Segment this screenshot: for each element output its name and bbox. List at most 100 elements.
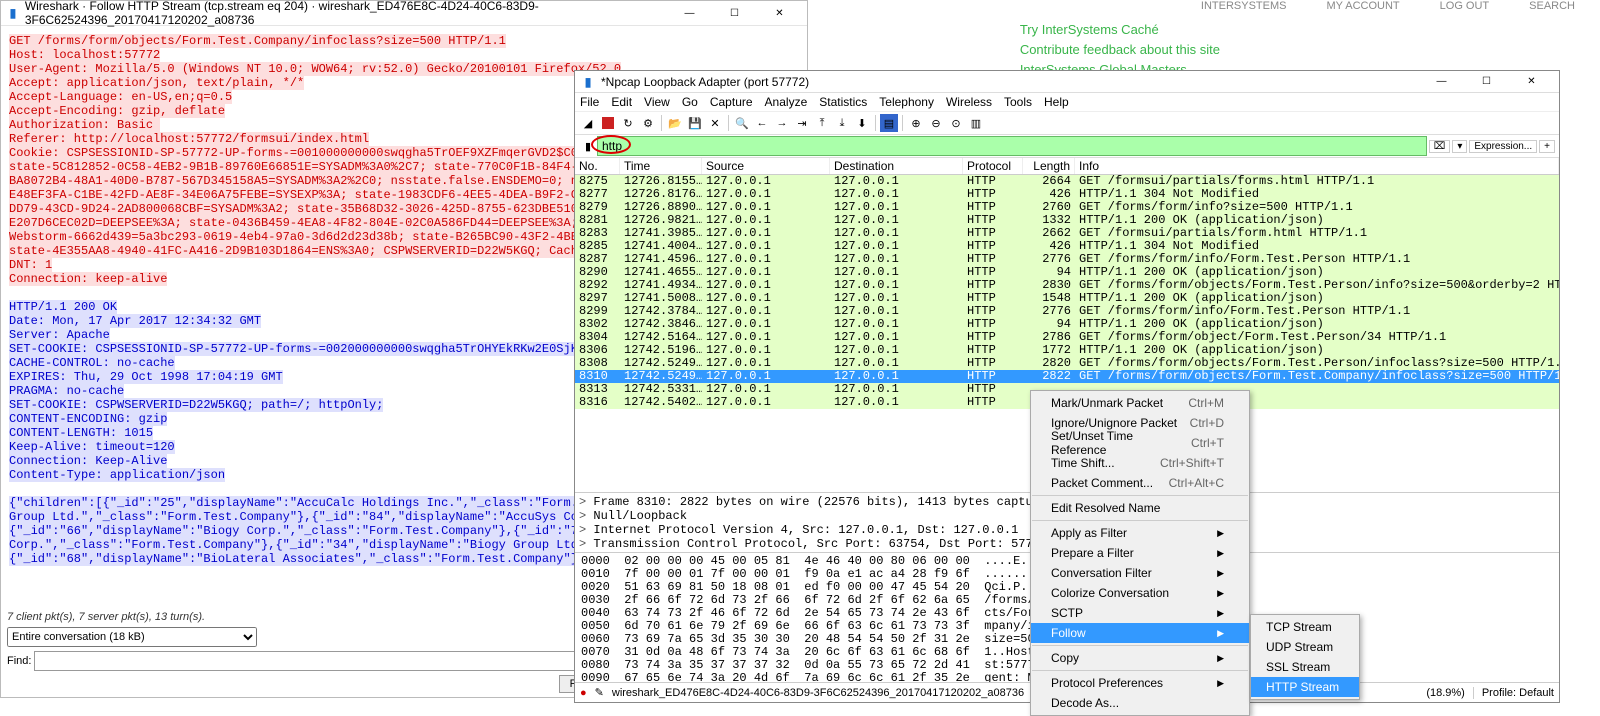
ctx-item[interactable]: Set/Unset Time ReferenceCtrl+T xyxy=(1031,433,1249,453)
packet-row[interactable]: 827512726.8155…127.0.0.1127.0.0.1HTTP266… xyxy=(575,175,1559,188)
find-icon[interactable]: 🔍 xyxy=(733,114,751,132)
maximize-button[interactable]: ☐ xyxy=(712,2,757,25)
col-time[interactable]: Time xyxy=(620,158,702,174)
restart-capture-icon[interactable]: ↻ xyxy=(619,114,637,132)
ctx-item[interactable]: Edit Resolved Name xyxy=(1031,498,1249,518)
menu-go[interactable]: Go xyxy=(682,95,698,109)
zoom-reset-icon[interactable]: ⊙ xyxy=(947,114,965,132)
menu-view[interactable]: View xyxy=(644,95,670,109)
maximize-button[interactable]: ☐ xyxy=(1464,70,1509,93)
menu-edit[interactable]: Edit xyxy=(611,95,632,109)
packet-row[interactable]: 828112726.9821…127.0.0.1127.0.0.1HTTP133… xyxy=(575,214,1559,227)
ctx-item[interactable]: Protocol Preferences▶ xyxy=(1031,673,1249,693)
nav-myaccount[interactable]: MY ACCOUNT xyxy=(1307,0,1420,12)
add-filter-icon[interactable]: + xyxy=(1539,140,1555,153)
nav-search[interactable]: SEARCH xyxy=(1509,0,1595,12)
bookmark-filter-icon[interactable]: ▮ xyxy=(579,140,597,153)
clear-filter-icon[interactable]: ⌧ xyxy=(1429,140,1451,153)
open-icon[interactable]: 📂 xyxy=(666,114,684,132)
col-source[interactable]: Source xyxy=(702,158,830,174)
autoscroll-icon[interactable]: ⬇ xyxy=(853,114,871,132)
filter-row: ▮ ⌧ ▾ Expression... + xyxy=(575,135,1559,158)
start-capture-icon[interactable]: ◢ xyxy=(579,114,597,132)
zoom-in-icon[interactable]: ⊕ xyxy=(907,114,925,132)
minimize-button[interactable]: — xyxy=(667,2,712,25)
ctx-item[interactable]: Copy▶ xyxy=(1031,648,1249,668)
last-icon[interactable]: ⤓ xyxy=(833,114,851,132)
packet-row[interactable]: 829712741.5008…127.0.0.1127.0.0.1HTTP154… xyxy=(575,292,1559,305)
expert-info-icon[interactable]: ● xyxy=(580,687,587,699)
col-protocol[interactable]: Protocol xyxy=(963,158,1023,174)
ctx-item[interactable]: Mark/Unmark PacketCtrl+M xyxy=(1031,393,1249,413)
colorize-icon[interactable]: ▤ xyxy=(880,114,898,132)
ctx-item[interactable]: Packet Comment...Ctrl+Alt+C xyxy=(1031,473,1249,493)
nav-intersystems[interactable]: INTERSYSTEMS xyxy=(1181,0,1307,12)
nav-logout[interactable]: LOG OUT xyxy=(1420,0,1510,12)
menu-statistics[interactable]: Statistics xyxy=(819,95,867,109)
col-no[interactable]: No. xyxy=(575,158,620,174)
apply-filter-icon[interactable]: ▾ xyxy=(1452,140,1467,153)
submenu-item[interactable]: UDP Stream xyxy=(1251,637,1359,657)
packet-list-header[interactable]: No. Time Source Destination Protocol Len… xyxy=(575,158,1559,175)
ctx-item[interactable]: SCTP▶ xyxy=(1031,603,1249,623)
submenu-item[interactable]: HTTP Stream xyxy=(1251,677,1359,697)
close-button[interactable]: ✕ xyxy=(757,2,802,25)
profile-label[interactable]: Profile: Default xyxy=(1473,687,1554,699)
zoom-out-icon[interactable]: ⊖ xyxy=(927,114,945,132)
wireshark-titlebar[interactable]: ▮ *Npcap Loopback Adapter (port 57772) —… xyxy=(575,71,1559,93)
follow-submenu[interactable]: TCP StreamUDP StreamSSL StreamHTTP Strea… xyxy=(1250,614,1360,700)
menu-bar[interactable]: File Edit View Go Capture Analyze Statistics Te… xyxy=(575,93,1559,112)
next-icon[interactable]: → xyxy=(773,114,791,132)
submenu-item[interactable]: SSL Stream xyxy=(1251,657,1359,677)
ctx-item[interactable]: Decode As... xyxy=(1031,693,1249,713)
save-icon[interactable]: 💾 xyxy=(686,114,704,132)
first-icon[interactable]: ⤒ xyxy=(813,114,831,132)
close-file-icon[interactable]: ✕ xyxy=(706,114,724,132)
follow-titlebar[interactable]: ▮ Wireshark · Follow HTTP Stream (tcp.st… xyxy=(1,1,807,26)
minimize-button[interactable]: — xyxy=(1419,70,1464,93)
packet-row[interactable]: 827912726.8890…127.0.0.1127.0.0.1HTTP276… xyxy=(575,201,1559,214)
packet-row[interactable]: 828312741.3985…127.0.0.1127.0.0.1HTTP266… xyxy=(575,227,1559,240)
col-info[interactable]: Info xyxy=(1075,158,1559,174)
display-filter-input[interactable] xyxy=(597,136,1427,156)
edit-icon[interactable]: ✎ xyxy=(595,686,604,699)
ctx-item[interactable]: Conversation Filter▶ xyxy=(1031,563,1249,583)
link-try-cache[interactable]: Try InterSystems Caché xyxy=(1020,20,1220,40)
ctx-item[interactable]: Colorize Conversation▶ xyxy=(1031,583,1249,603)
menu-analyze[interactable]: Analyze xyxy=(765,95,808,109)
menu-tools[interactable]: Tools xyxy=(1004,95,1032,109)
packet-row[interactable]: 829912742.3784…127.0.0.1127.0.0.1HTTP277… xyxy=(575,305,1559,318)
resize-cols-icon[interactable]: ▥ xyxy=(967,114,985,132)
jump-icon[interactable]: ⇥ xyxy=(793,114,811,132)
menu-capture[interactable]: Capture xyxy=(710,95,753,109)
packet-row[interactable]: 828712741.4596…127.0.0.1127.0.0.1HTTP277… xyxy=(575,253,1559,266)
col-length[interactable]: Length xyxy=(1023,158,1075,174)
stop-capture-icon[interactable] xyxy=(599,114,617,132)
menu-help[interactable]: Help xyxy=(1044,95,1069,109)
packet-row[interactable]: 827712726.8176…127.0.0.1127.0.0.1HTTP426… xyxy=(575,188,1559,201)
conversation-select[interactable]: Entire conversation (18 kB) xyxy=(7,627,257,647)
link-feedback[interactable]: Contribute feedback about this site xyxy=(1020,40,1220,60)
packet-row[interactable]: 830412742.5164…127.0.0.1127.0.0.1HTTP278… xyxy=(575,331,1559,344)
packet-row[interactable]: 829012741.4655…127.0.0.1127.0.0.1HTTP94H… xyxy=(575,266,1559,279)
context-menu[interactable]: Mark/Unmark PacketCtrl+MIgnore/Unignore … xyxy=(1030,390,1250,716)
options-icon[interactable]: ⚙ xyxy=(639,114,657,132)
packet-row[interactable]: 830612742.5196…127.0.0.1127.0.0.1HTTP177… xyxy=(575,344,1559,357)
packet-row[interactable]: 829212741.4934…127.0.0.1127.0.0.1HTTP283… xyxy=(575,279,1559,292)
packet-row[interactable]: 830212742.3846…127.0.0.1127.0.0.1HTTP94H… xyxy=(575,318,1559,331)
submenu-item[interactable]: TCP Stream xyxy=(1251,617,1359,637)
menu-file[interactable]: File xyxy=(580,95,599,109)
menu-wireless[interactable]: Wireless xyxy=(946,95,992,109)
packet-row[interactable]: 828512741.4004…127.0.0.1127.0.0.1HTTP426… xyxy=(575,240,1559,253)
packet-row[interactable]: 830812742.5249…127.0.0.1127.0.0.1HTTP282… xyxy=(575,357,1559,370)
ctx-item[interactable]: Prepare a Filter▶ xyxy=(1031,543,1249,563)
ctx-item[interactable]: Apply as Filter▶ xyxy=(1031,523,1249,543)
menu-telephony[interactable]: Telephony xyxy=(879,95,934,109)
col-destination[interactable]: Destination xyxy=(830,158,963,174)
close-button[interactable]: ✕ xyxy=(1509,70,1554,93)
prev-icon[interactable]: ← xyxy=(753,114,771,132)
toolbar[interactable]: ◢ ↻ ⚙ 📂 💾 ✕ 🔍 ← → ⇥ ⤒ ⤓ ⬇ ▤ ⊕ ⊖ ⊙ ▥ xyxy=(575,112,1559,135)
ctx-item[interactable]: Follow▶ xyxy=(1031,623,1249,643)
packet-row[interactable]: 831012742.5249…127.0.0.1127.0.0.1HTTP282… xyxy=(575,370,1559,383)
expression-button[interactable]: Expression... xyxy=(1469,140,1537,153)
